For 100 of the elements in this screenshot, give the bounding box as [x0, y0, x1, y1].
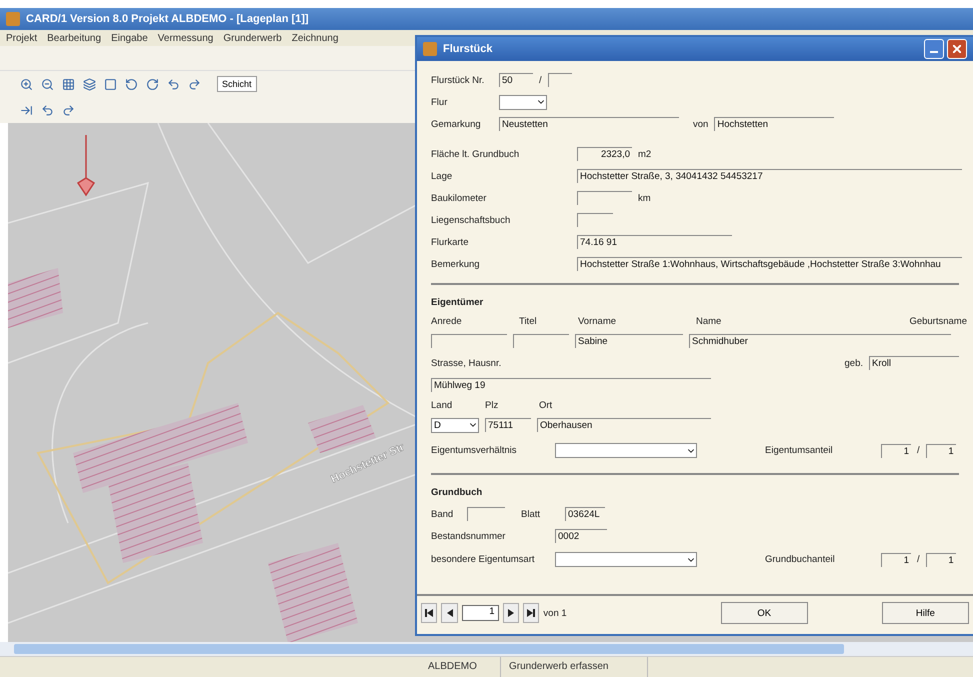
rotate-left-icon[interactable]	[125, 78, 138, 90]
input-field[interactable]: 1	[926, 444, 956, 458]
section-heading: Eigentümer	[431, 296, 484, 308]
input-field[interactable]	[577, 191, 632, 205]
separator-label: /	[539, 74, 542, 86]
window-title: CARD/1 Version 8.0 Projekt ALBDEMO - [Lageplan [1]]	[26, 13, 309, 25]
redo-icon[interactable]	[62, 104, 75, 116]
input-field[interactable]: 03624L	[565, 507, 605, 521]
next-record-button[interactable]	[502, 603, 519, 623]
field-label: Fläche lt. Grundbuch	[431, 148, 520, 160]
field-label: geb.	[844, 358, 863, 368]
menu-item[interactable]: Bearbeitung	[47, 32, 102, 44]
menu-item[interactable]: Projekt	[6, 32, 38, 44]
ok-button[interactable]: OK	[720, 602, 808, 624]
column-label: Vorname	[578, 316, 618, 327]
field-label: Flurstück Nr.	[431, 74, 486, 86]
input-field[interactable]: 50	[499, 73, 533, 87]
input-field[interactable]	[467, 507, 505, 521]
input-field[interactable]: 74.16 91	[577, 235, 732, 249]
section-heading: Grundbuch	[431, 486, 482, 498]
unit-label: m2	[638, 148, 652, 160]
field-label: Flur	[431, 96, 448, 108]
help-button[interactable]: Hilfe	[882, 602, 969, 624]
ownership-dropdown[interactable]	[555, 443, 697, 458]
menu-item[interactable]: Vermessung	[158, 32, 214, 44]
close-icon	[953, 45, 961, 53]
input-field[interactable]: Hochstetten	[714, 117, 834, 131]
status-text: Grunderwerb erfassen	[501, 657, 648, 677]
field-label: besondere Eigentumsart	[431, 554, 536, 565]
square-icon[interactable]	[104, 78, 117, 90]
field-label: Plz	[485, 400, 500, 410]
unit-label: km	[638, 192, 651, 204]
field-label: Bestandsnummer	[431, 530, 506, 542]
zoom-out-icon[interactable]	[41, 78, 54, 90]
previous-record-button[interactable]	[441, 603, 458, 623]
grid-icon[interactable]	[62, 78, 75, 90]
input-field[interactable]	[513, 334, 569, 348]
input-field[interactable]: Oberhausen	[537, 418, 711, 432]
close-button[interactable]	[947, 39, 967, 59]
previous-icon	[446, 609, 453, 617]
zoom-in-icon[interactable]	[20, 78, 33, 90]
ownership-type-dropdown[interactable]	[555, 552, 697, 567]
column-label: Name	[696, 316, 722, 327]
column-label: Titel	[519, 316, 538, 327]
first-record-button[interactable]	[421, 603, 438, 623]
field-label: Gemarkung	[431, 118, 482, 130]
input-field[interactable]: 1	[881, 552, 911, 566]
field-label: Baukilometer	[431, 192, 488, 204]
status-text: ALBDEMO	[420, 657, 501, 677]
column-label: Anrede	[431, 316, 463, 327]
flur-dropdown[interactable]	[499, 94, 547, 110]
input-field[interactable]: Kroll	[869, 356, 959, 370]
field-label: Strasse, Hausnr.	[431, 358, 502, 368]
first-icon	[425, 609, 434, 617]
field-label: Ort	[539, 400, 552, 410]
record-field[interactable]: 1	[462, 605, 499, 621]
input-field[interactable]: 1	[926, 552, 956, 566]
country-dropdown[interactable]: D	[431, 418, 479, 432]
input-field[interactable]: Hochstetter Straße, 3, 34041432 54453217	[577, 169, 962, 183]
menu-item[interactable]: Grunderwerb	[223, 32, 282, 44]
next-icon	[508, 609, 514, 617]
record-count: von 1	[543, 608, 567, 618]
minimize-button[interactable]	[924, 39, 944, 59]
input-field[interactable]	[577, 213, 613, 227]
dialog-title: Flurstück	[443, 43, 493, 55]
input-field[interactable]: Mühlweg 19	[431, 378, 711, 392]
layer-combo[interactable]: Schicht	[217, 76, 257, 92]
undo-icon[interactable]	[167, 78, 180, 90]
menu-item[interactable]: Eingabe	[111, 32, 148, 44]
column-label: Geburtsname	[908, 316, 967, 327]
last-record-button[interactable]	[522, 603, 540, 623]
field-label: Eigentumsverhältnis	[431, 445, 518, 456]
undo-icon[interactable]	[41, 104, 54, 116]
field-label: Bemerkung	[431, 258, 481, 270]
input-field[interactable]: 0002	[555, 529, 607, 543]
last-icon	[527, 609, 536, 617]
input-field[interactable]: Schmidhuber	[689, 334, 951, 348]
dialog-icon	[423, 42, 437, 56]
field-label: Band	[431, 508, 454, 520]
rotate-right-icon[interactable]	[146, 78, 159, 90]
redo-icon[interactable]	[188, 78, 201, 90]
field-label: Blatt	[521, 508, 542, 520]
field-label: Land	[431, 400, 454, 410]
input-field[interactable]: Neustetten	[499, 117, 679, 131]
input-field[interactable]: 2323,0	[577, 147, 632, 161]
field-label: Lage	[431, 170, 454, 182]
scrollbar-thumb[interactable]	[14, 644, 844, 654]
input-field[interactable]: 1	[881, 444, 911, 458]
menu-item[interactable]: Zeichnung	[292, 32, 338, 44]
input-field[interactable]	[431, 334, 507, 348]
input-field[interactable]: 75111	[485, 418, 531, 432]
separator-label: /	[917, 445, 920, 456]
layers-icon[interactable]	[83, 78, 96, 90]
app-icon	[6, 12, 20, 26]
field-label: Grundbuchanteil	[765, 554, 836, 565]
input-field[interactable]: Sabine	[575, 334, 683, 348]
arrow-right-icon[interactable]	[20, 104, 33, 116]
field-label: Flurkarte	[431, 236, 470, 248]
input-field[interactable]	[548, 73, 572, 87]
input-field[interactable]: Hochstetter Straße 1:Wohnhaus, Wirtschaftsgebäude ,Hochstetter Straße 3:Wohnhau	[577, 257, 962, 271]
